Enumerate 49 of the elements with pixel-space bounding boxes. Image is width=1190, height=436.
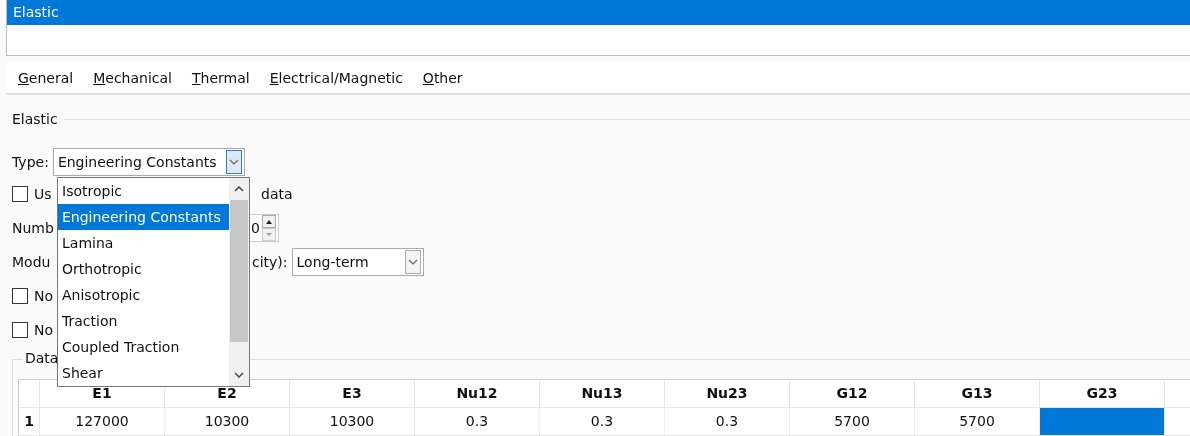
- table-cell[interactable]: 0.3: [415, 408, 540, 435]
- table-cell[interactable]: 127000: [40, 408, 165, 435]
- column-header[interactable]: Nu23: [665, 380, 790, 407]
- table-cell[interactable]: 0.3: [665, 408, 790, 435]
- dropdown-option[interactable]: Anisotropic: [58, 282, 229, 308]
- field-label: Numb: [12, 220, 54, 236]
- column-header[interactable]: Nu13: [540, 380, 665, 407]
- column-header[interactable]: E1: [40, 380, 165, 407]
- menu-item[interactable]: Other: [422, 70, 463, 86]
- menu-item[interactable]: Mechanical: [93, 70, 172, 86]
- menu-item[interactable]: General: [18, 70, 74, 86]
- dropdown-option[interactable]: Traction: [58, 308, 229, 334]
- table-cell[interactable]: 10300: [165, 408, 290, 435]
- chevron-down-icon[interactable]: [404, 250, 421, 274]
- type-dropdown[interactable]: Engineering Constants: [52, 148, 245, 176]
- column-header[interactable]: G13: [915, 380, 1040, 407]
- table-cell[interactable]: [1040, 408, 1165, 435]
- field-label: No: [34, 322, 54, 338]
- dropdown-option[interactable]: Isotropic: [58, 178, 229, 204]
- table-cell[interactable]: 5700: [790, 408, 915, 435]
- row-header[interactable]: 1: [19, 408, 40, 435]
- dropdown-option[interactable]: Engineering Constants: [58, 204, 229, 230]
- spin-arrows-icon[interactable]: [261, 215, 276, 241]
- field-label: Modu: [12, 254, 51, 270]
- column-header[interactable]: E2: [165, 380, 290, 407]
- type-label: Type:: [12, 154, 49, 170]
- menu-item[interactable]: Thermal: [192, 70, 250, 86]
- column-header[interactable]: G23: [1040, 380, 1165, 407]
- dropdown-option[interactable]: Orthotropic: [58, 256, 229, 282]
- table-cell[interactable]: 10300: [290, 408, 415, 435]
- checkbox[interactable]: [12, 186, 28, 202]
- table-cell[interactable]: 0.3: [540, 408, 665, 435]
- column-header[interactable]: G12: [790, 380, 915, 407]
- checkbox-label: data: [261, 186, 293, 202]
- column-header[interactable]: Nu12: [415, 380, 540, 407]
- moduli-dropdown[interactable]: Long-term: [291, 248, 424, 276]
- checkbox[interactable]: [12, 322, 28, 338]
- section-title: Elastic: [12, 111, 58, 127]
- dropdown-option[interactable]: Coupled Traction: [58, 334, 229, 360]
- column-header[interactable]: E3: [290, 380, 415, 407]
- chevron-down-icon[interactable]: [225, 150, 242, 174]
- scrollbar-thumb[interactable]: [230, 200, 248, 342]
- field-label: No: [34, 288, 54, 304]
- field-label: Us: [34, 186, 52, 202]
- material-list-item[interactable]: Elastic: [7, 0, 1190, 25]
- dropdown-option[interactable]: Lamina: [58, 230, 229, 256]
- menu-item[interactable]: Electrical/Magnetic: [269, 70, 403, 86]
- checkbox[interactable]: [12, 288, 28, 304]
- field-label: city):: [252, 254, 288, 270]
